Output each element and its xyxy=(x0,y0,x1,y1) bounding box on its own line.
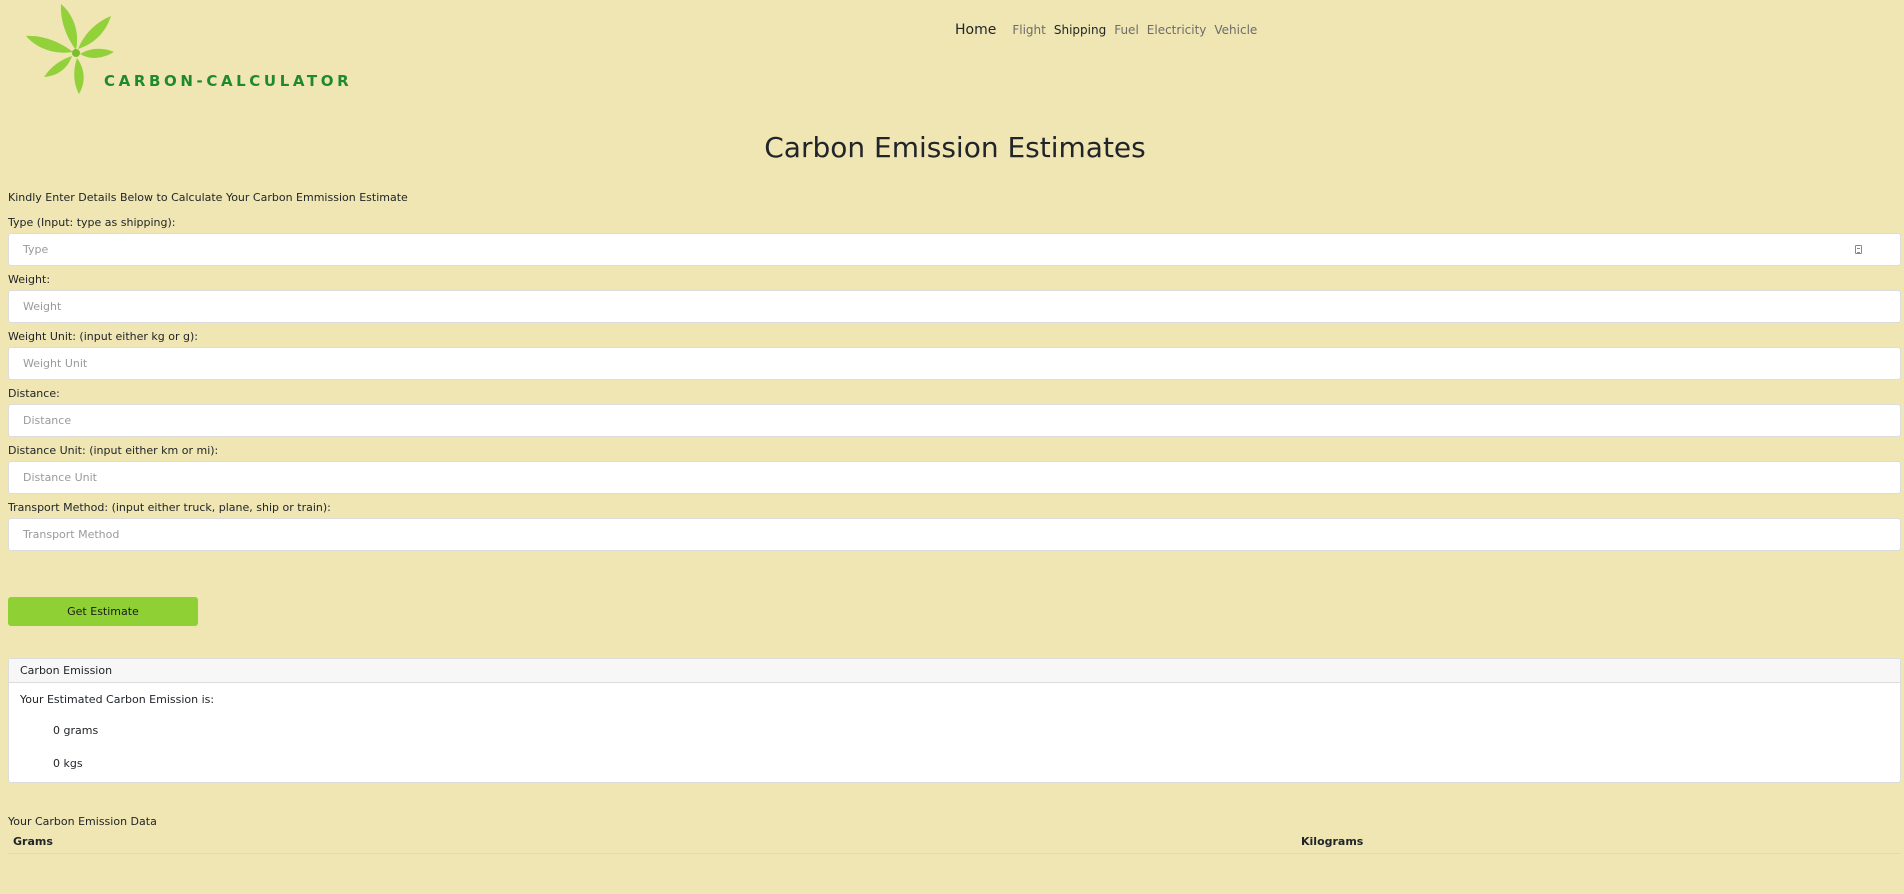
distance-label: Distance: xyxy=(8,387,60,400)
autofill-icon[interactable] xyxy=(1855,245,1862,254)
weight-field-wrapper xyxy=(8,290,1901,323)
transport-method-field-wrapper xyxy=(8,518,1901,551)
estimate-form: Kindly Enter Details Below to Calculate … xyxy=(8,190,1901,557)
distance-unit-label: Distance Unit: (input either km or mi): xyxy=(8,444,219,457)
weight-label: Weight: xyxy=(8,273,51,286)
main-nav: Home Flight Shipping Fuel Electricity Ve… xyxy=(955,22,1265,38)
type-field-wrapper xyxy=(8,233,1901,266)
weight-input[interactable] xyxy=(9,291,1900,322)
nav-home-link[interactable]: Home xyxy=(955,22,996,38)
distance-input[interactable] xyxy=(9,405,1900,436)
nav-fuel-link[interactable]: Fuel xyxy=(1114,23,1139,37)
transport-method-label: Transport Method: (input either truck, p… xyxy=(8,501,331,514)
result-grams-value: 0 grams xyxy=(53,724,99,737)
result-card-header: Carbon Emission xyxy=(9,659,1900,683)
transport-method-input[interactable] xyxy=(9,519,1900,550)
type-label: Type (Input: type as shipping): xyxy=(8,216,176,229)
type-input[interactable] xyxy=(9,234,1900,265)
form-intro: Kindly Enter Details Below to Calculate … xyxy=(8,191,408,204)
nav-flight-link[interactable]: Flight xyxy=(1012,23,1046,37)
nav-electricity-link[interactable]: Electricity xyxy=(1147,23,1207,37)
weight-unit-field-wrapper xyxy=(8,347,1901,380)
weight-unit-input[interactable] xyxy=(9,348,1900,379)
distance-unit-field-wrapper xyxy=(8,461,1901,494)
weight-unit-label: Weight Unit: (input either kg or g): xyxy=(8,330,198,343)
get-estimate-button[interactable]: Get Estimate xyxy=(8,597,198,626)
result-kgs-value: 0 kgs xyxy=(53,757,83,770)
nav-shipping-link[interactable]: Shipping xyxy=(1054,23,1106,37)
column-header-kilograms: Kilograms xyxy=(1296,831,1901,854)
result-card: Carbon Emission Your Estimated Carbon Em… xyxy=(8,658,1901,783)
column-header-grams: Grams xyxy=(8,831,1296,854)
distance-field-wrapper xyxy=(8,404,1901,437)
emission-data-table: Grams Kilograms xyxy=(8,831,1901,854)
brand-logo[interactable]: CARBON-CALCULATOR xyxy=(18,2,349,112)
result-intro-text: Your Estimated Carbon Emission is: xyxy=(20,693,215,706)
site-header: CARBON-CALCULATOR Home Flight Shipping F… xyxy=(0,0,1904,115)
table-header-row: Grams Kilograms xyxy=(8,831,1901,854)
page-title: Carbon Emission Estimates xyxy=(764,131,1146,164)
distance-unit-input[interactable] xyxy=(9,462,1900,493)
brand-name: CARBON-CALCULATOR xyxy=(104,72,353,90)
nav-vehicle-link[interactable]: Vehicle xyxy=(1214,23,1257,37)
emission-data-title: Your Carbon Emission Data xyxy=(8,815,157,828)
